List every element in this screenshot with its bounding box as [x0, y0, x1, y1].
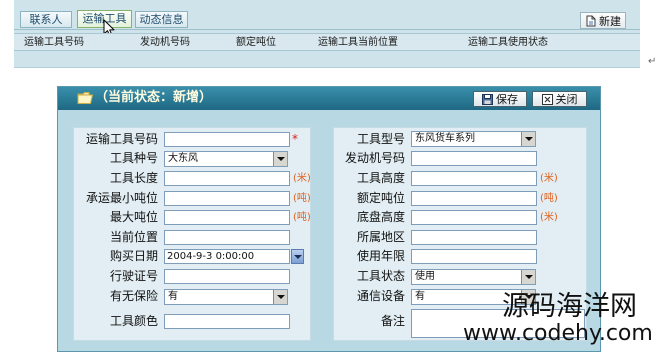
form-header-bar: （当前状态：新增） 保存 关闭 [58, 87, 600, 110]
save-disk-icon [482, 93, 493, 105]
label-license-number: 行驶证号 [109, 269, 158, 283]
chevron-down-icon[interactable] [521, 132, 535, 146]
purchase-date-input[interactable] [164, 249, 290, 264]
tool-status-select[interactable]: 使用 [411, 269, 536, 285]
chevron-down-icon[interactable] [273, 290, 287, 304]
region-input[interactable] [411, 230, 537, 245]
label-communication-device: 通信设备 [356, 289, 405, 303]
tab-dynamic-info[interactable]: 动态信息 [135, 11, 188, 28]
close-button-label: 关闭 [555, 93, 578, 106]
folder-icon [77, 92, 94, 104]
unit-ton: (吨) [293, 212, 311, 223]
unit-meter: (米) [293, 173, 311, 184]
unit-meter: (米) [540, 212, 558, 223]
label-region: 所属地区 [356, 230, 405, 244]
select-value: 东风货车系列 [415, 133, 475, 144]
label-insurance: 有无保险 [109, 289, 158, 303]
vehicle-number-input[interactable] [164, 132, 290, 147]
tool-height-input[interactable] [411, 171, 537, 186]
select-value: 有 [168, 291, 178, 302]
max-tonnage-input[interactable] [164, 210, 290, 225]
close-box-icon [541, 93, 553, 105]
service-years-input[interactable] [411, 249, 537, 264]
label-max-tonnage: 最大吨位 [109, 210, 158, 224]
label-tool-length: 工具长度 [109, 171, 158, 185]
unit-ton: (吨) [293, 193, 311, 204]
tool-color-input[interactable] [164, 314, 290, 329]
form-status-title: （当前状态：新增） [95, 90, 213, 105]
column-header-usage-status[interactable]: 运输工具使用状态 [468, 36, 548, 49]
column-header-rated-tonnage[interactable]: 额定吨位 [236, 36, 276, 49]
new-button-label: 新建 [599, 14, 621, 28]
new-button[interactable]: 新建 [580, 12, 626, 29]
label-min-tonnage: 承运最小吨位 [85, 191, 158, 205]
new-document-icon [586, 15, 596, 26]
tab-contacts[interactable]: 联系人 [20, 11, 72, 28]
label-purchase-date: 购买日期 [109, 249, 158, 263]
label-remarks: 备注 [380, 314, 405, 328]
chevron-down-icon[interactable] [273, 152, 287, 166]
label-rated-tonnage: 额定吨位 [356, 191, 405, 205]
close-button[interactable]: 关闭 [532, 91, 587, 107]
label-tool-model: 工具型号 [356, 132, 405, 146]
select-value: 大东风 [168, 153, 198, 164]
tool-length-input[interactable] [164, 171, 290, 186]
column-header-current-location[interactable]: 运输工具当前位置 [318, 36, 398, 49]
engine-number-input[interactable] [411, 151, 537, 166]
label-chassis-height: 底盘高度 [356, 210, 405, 224]
tab-label: 动态信息 [139, 13, 184, 26]
min-tonnage-input[interactable] [164, 191, 290, 206]
chevron-down-icon[interactable] [521, 270, 535, 284]
chassis-height-input[interactable] [411, 210, 537, 225]
watermark-site-name: 源码海洋网 [502, 291, 637, 322]
label-tool-height: 工具高度 [356, 171, 405, 185]
rated-tonnage-input[interactable] [411, 191, 537, 206]
column-header-vehicle-number[interactable]: 运输工具号码 [24, 36, 84, 49]
label-current-location: 当前位置 [109, 230, 158, 244]
date-picker-dropdown-icon[interactable] [291, 249, 304, 264]
column-header-engine-number[interactable]: 发动机号码 [140, 36, 190, 49]
label-tool-color: 工具颜色 [109, 314, 158, 328]
label-tool-status: 工具状态 [356, 269, 405, 283]
paragraph-mark: ↵ [648, 56, 657, 67]
unit-ton: (吨) [540, 193, 558, 204]
select-value: 使用 [415, 271, 435, 282]
vehicle-list-panel: 联系人 运输工具 动态信息 新建 运输工具号码 发动机号码 额定吨位 运输工具当… [14, 0, 640, 68]
table-header-row: 运输工具号码 发动机号码 额定吨位 运输工具当前位置 运输工具使用状态 [14, 33, 640, 51]
label-engine-number: 发动机号码 [344, 151, 405, 165]
label-service-years: 使用年限 [356, 249, 405, 263]
tab-label: 联系人 [29, 13, 63, 26]
required-mark: * [292, 132, 298, 146]
insurance-select[interactable]: 有 [164, 289, 288, 305]
label-vehicle-number: 运输工具号码 [85, 132, 158, 146]
watermark-url: www.codehy.com [463, 321, 653, 346]
current-location-input[interactable] [164, 230, 290, 245]
license-number-input[interactable] [164, 269, 290, 284]
save-button[interactable]: 保存 [473, 91, 527, 107]
tool-model-select[interactable]: 东风货车系列 [411, 131, 536, 147]
label-tool-category: 工具种号 [109, 151, 158, 165]
select-value: 有 [415, 291, 425, 302]
tool-category-select[interactable]: 大东风 [164, 151, 288, 167]
unit-meter: (米) [540, 173, 558, 184]
save-button-label: 保存 [496, 93, 518, 106]
